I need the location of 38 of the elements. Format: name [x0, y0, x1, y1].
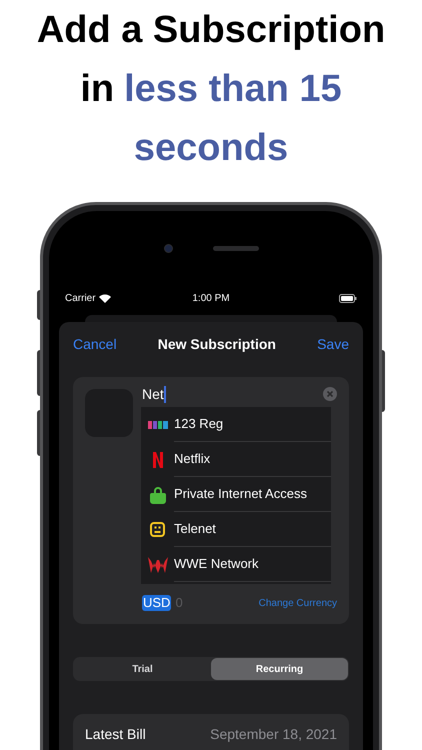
speaker-grille [212, 246, 258, 250]
carrier-label: Carrier [65, 292, 96, 306]
name-input-text: Net [142, 384, 164, 404]
smiley-icon [150, 522, 165, 537]
cancel-button[interactable]: Cancel [73, 334, 117, 354]
headline-text: less than 15 [124, 67, 342, 112]
latest-bill-row[interactable]: Latest Bill September 18, 2021 [73, 714, 349, 750]
latest-bill-date: September 18, 2021 [210, 724, 337, 744]
currency-code[interactable]: USD [142, 595, 172, 611]
name-field[interactable]: Net [142, 384, 337, 404]
latest-bill-label: Latest Bill [85, 724, 146, 744]
headline-text: Add a Subscription [36, 8, 386, 53]
segment-tab[interactable]: Recurring [211, 658, 348, 680]
suggestion-name: Telenet [174, 520, 216, 538]
colored-blocks-icon [148, 420, 168, 428]
suggestion-item[interactable]: WWE Network [141, 547, 331, 582]
segment-tab[interactable]: Trial [74, 658, 211, 680]
headline-text: in [80, 67, 114, 112]
camera-icon [164, 244, 172, 252]
text-cursor [164, 386, 166, 402]
suggestion-item[interactable]: Private Internet Access [141, 477, 331, 512]
save-button[interactable]: Save [317, 334, 349, 354]
suggestion-item[interactable]: 123 Reg [141, 407, 331, 442]
headline-text: seconds [134, 126, 288, 171]
letter-n-logo-icon [152, 452, 162, 468]
suggestion-item[interactable]: Telenet [141, 512, 331, 547]
suggestion-name: Private Internet Access [174, 485, 307, 504]
clock-time: 1:00 PM [192, 292, 230, 306]
sheet-title: New Subscription [158, 334, 276, 354]
wifi-icon [98, 294, 111, 302]
suggestion-name: 123 Reg [174, 415, 224, 434]
battery-icon [339, 294, 357, 302]
suggestion-name: Netflix [174, 450, 210, 468]
clear-icon[interactable] [323, 387, 337, 401]
suggestion-item[interactable]: Netflix [141, 442, 331, 477]
w-logo-icon [148, 556, 168, 574]
suggestion-name: WWE Network [174, 555, 258, 574]
lock-icon [150, 486, 166, 504]
